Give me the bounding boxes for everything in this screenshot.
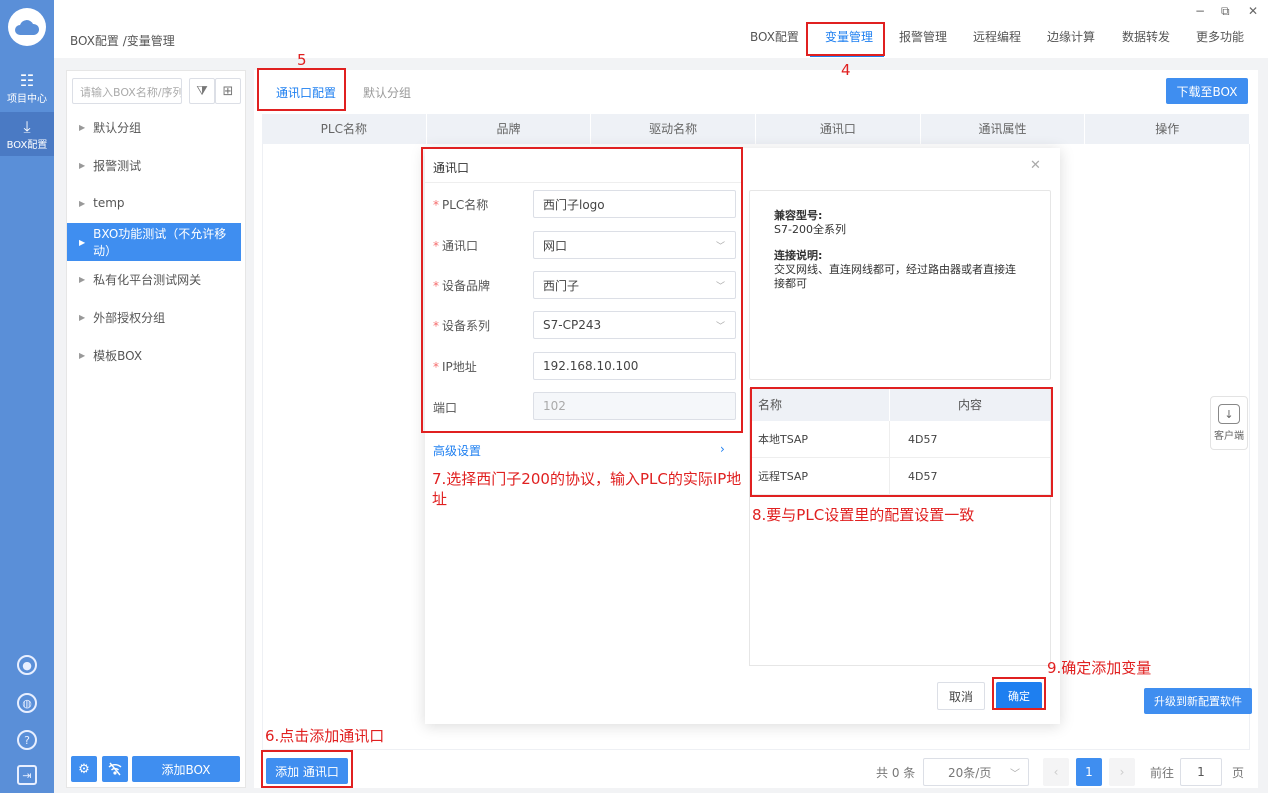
nav-data-forwarding[interactable]: 数据转发 (1122, 28, 1170, 45)
caret-right-icon: ▶ (79, 237, 86, 247)
goto-label: 前往 (1150, 766, 1175, 780)
upgrade-software-button[interactable]: 升级到新配置软件 (1144, 688, 1252, 714)
cancel-button[interactable]: 取消 (937, 682, 985, 710)
annotation-box-9 (992, 677, 1046, 710)
device-info-box: 兼容型号: S7-200全系列 连接说明: 交叉网线、直连网线都可，经过路由器或… (749, 190, 1051, 380)
nav-remote-programming[interactable]: 远程编程 (973, 28, 1021, 45)
col-driver: 驱动名称 (591, 114, 757, 144)
add-box-button[interactable]: 添加BOX (132, 756, 240, 782)
annotation-7: 7.选择西门子200的协议，输入PLC的实际IP地址 (432, 470, 742, 508)
globe-icon[interactable]: ◍ (17, 693, 37, 713)
col-port: 通讯口 (756, 114, 921, 144)
sidebar-group-temp[interactable]: ▶ temp (67, 184, 241, 222)
box-search-input[interactable]: 请输入BOX名称/序列 (72, 78, 182, 104)
rail-item-projects[interactable]: ☷ 项目中心 (0, 66, 54, 110)
next-page-icon[interactable]: › (1109, 758, 1135, 786)
col-brand: 品牌 (427, 114, 592, 144)
tab-default-group[interactable]: 默认分组 (363, 84, 411, 101)
close-icon[interactable]: ✕ (1248, 4, 1258, 18)
annotation-box-8 (750, 387, 1053, 497)
help-icon[interactable]: ? (17, 730, 37, 750)
page-unit-label: 页 (1232, 766, 1245, 780)
sidebar-group-template-box[interactable]: ▶ 模板BOX (67, 336, 241, 374)
prev-page-icon[interactable]: ‹ (1043, 758, 1069, 786)
caret-right-icon: ▶ (79, 350, 86, 360)
settings-gear-icon[interactable]: ⚙ (71, 756, 97, 782)
annotation-box-7 (421, 147, 743, 433)
annotation-box-5 (257, 68, 346, 111)
client-button[interactable]: ↓ 客户端 (1210, 396, 1248, 450)
rail-item-box-config[interactable]: ⤓ BOX配置 (0, 112, 54, 156)
page-size-select[interactable]: 20条/页 ﹀ (923, 758, 1029, 786)
sidebar-group-private-gateway[interactable]: ▶ 私有化平台测试网关 (67, 260, 241, 298)
col-properties: 通讯属性 (921, 114, 1086, 144)
annotation-9: 9.确定添加变量 (1047, 659, 1152, 677)
nav-more-features[interactable]: 更多功能 (1196, 28, 1244, 45)
annotation-box-4 (806, 22, 885, 56)
current-page[interactable]: 1 (1076, 758, 1102, 786)
chevron-down-icon: ﹀ (1010, 769, 1020, 780)
dialog-close-icon[interactable]: ✕ (1030, 158, 1041, 173)
sidebar-group-external-auth[interactable]: ▶ 外部授权分组 (67, 298, 241, 336)
chevron-right-icon[interactable]: › (720, 442, 725, 456)
download-icon: ⤓ (23, 116, 31, 136)
caret-right-icon: ▶ (79, 160, 86, 170)
exit-icon[interactable]: ⇥ (17, 765, 37, 785)
breadcrumb: BOX配置 /变量管理 (70, 34, 175, 48)
pagination-total: 共 0 条 (876, 766, 916, 780)
sidebar-group-alarm-test[interactable]: ▶ 报警测试 (67, 146, 241, 184)
caret-right-icon: ▶ (79, 274, 86, 284)
advanced-settings-link[interactable]: 高级设置 (433, 442, 481, 459)
annotation-8: 8.要与PLC设置里的配置设置一致 (752, 506, 975, 524)
user-icon[interactable]: ● (17, 655, 37, 675)
download-to-box-button[interactable]: 下载至BOX (1166, 78, 1248, 104)
nav-alarm-management[interactable]: 报警管理 (899, 28, 947, 45)
grid-icon: ☷ (19, 70, 35, 90)
annotation-5: 5 (297, 51, 307, 69)
goto-page-input[interactable]: 1 (1180, 758, 1222, 786)
download-arrow-icon: ↓ (1218, 404, 1240, 424)
sidebar-group-bxo-test[interactable]: ▶ BXO功能测试（不允许移动） (67, 223, 241, 261)
annotation-6: 6.点击添加通讯口 (265, 727, 385, 745)
caret-right-icon: ▶ (79, 198, 86, 208)
nav-box-config[interactable]: BOX配置 (750, 28, 799, 45)
filter-icon[interactable]: ⧩ (189, 78, 215, 104)
col-actions: 操作 (1085, 114, 1251, 144)
table-header: PLC名称 品牌 驱动名称 通讯口 通讯属性 操作 (262, 114, 1251, 144)
wifi-off-icon[interactable] (102, 756, 128, 782)
col-plc-name: PLC名称 (262, 114, 427, 144)
cloud-logo-icon (8, 8, 46, 46)
caret-right-icon: ▶ (79, 122, 86, 132)
nav-edge-computing[interactable]: 边缘计算 (1047, 28, 1095, 45)
sidebar-group-default[interactable]: ▶ 默认分组 (67, 108, 241, 146)
add-folder-icon[interactable]: ⊞ (215, 78, 241, 104)
minimize-icon[interactable]: − (1195, 4, 1205, 18)
restore-icon[interactable]: ⧉ (1221, 4, 1230, 19)
annotation-box-6 (261, 750, 353, 788)
annotation-4: 4 (841, 61, 851, 79)
caret-right-icon: ▶ (79, 312, 86, 322)
